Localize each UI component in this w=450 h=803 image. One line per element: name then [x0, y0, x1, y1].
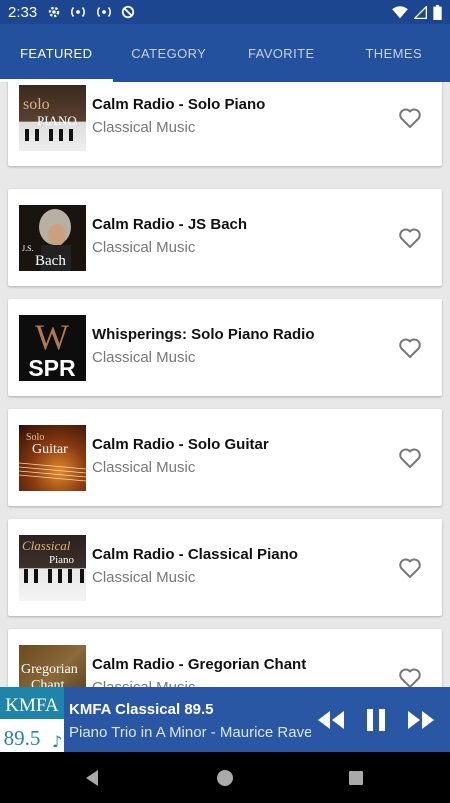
settings-gear-icon — [48, 6, 60, 18]
station-thumbnail: Gregorian Chant — [19, 645, 86, 687]
tab-category[interactable]: CATEGORY — [113, 24, 226, 82]
thumb-text-top: W — [35, 317, 69, 357]
recents-icon[interactable] — [346, 768, 366, 788]
wifi-icon — [392, 5, 408, 18]
signal-icon — [414, 5, 427, 19]
battery-icon — [433, 4, 442, 20]
back-icon[interactable] — [82, 768, 102, 788]
favorite-heart-icon[interactable] — [398, 666, 422, 687]
thumb-text-top: Gregorian — [21, 662, 78, 677]
thumb-text-bottom: Bach — [35, 253, 66, 269]
tab-featured[interactable]: FEATURED — [0, 24, 113, 82]
thumb-text-bottom: PIANO — [37, 113, 77, 128]
tab-themes[interactable]: THEMES — [338, 24, 450, 82]
music-note-icon: ♪ — [52, 732, 62, 751]
station-card[interactable]: W SPR Whisperings: Solo Piano Radio Clas… — [8, 299, 442, 396]
thumb-text-top: solo — [23, 96, 50, 113]
tab-bar: FEATURED CATEGORY FAVORITE THEMES — [0, 24, 450, 82]
station-thumbnail: J.S. Bach — [19, 205, 86, 271]
station-card[interactable]: solo PIANO Calm Radio - Solo Piano Class… — [8, 82, 442, 166]
thumb-text-bottom: Guitar — [32, 442, 68, 457]
now-playing-bar[interactable]: KMFA 89.5 ♪ KMFA Classical 89.5 Piano Tr… — [0, 687, 450, 752]
now-playing-title: KMFA Classical 89.5 — [69, 701, 214, 718]
pause-icon[interactable] — [361, 705, 391, 735]
station-title: Calm Radio - Gregorian Chant — [92, 656, 307, 673]
station-genre: Classical Music — [92, 459, 196, 476]
broadcast-icon-2 — [97, 7, 112, 17]
station-title: Calm Radio - Classical Piano — [92, 546, 298, 563]
favorite-heart-icon[interactable] — [398, 106, 422, 130]
station-genre: Classical Music — [92, 569, 196, 586]
station-title: Calm Radio - Solo Guitar — [92, 436, 269, 453]
station-genre: Classical Music — [92, 349, 196, 366]
station-card[interactable]: Solo Guitar Calm Radio - Solo Guitar Cla… — [8, 409, 442, 506]
station-title: Whisperings: Solo Piano Radio — [92, 326, 315, 343]
favorite-heart-icon[interactable] — [398, 556, 422, 580]
station-genre: Classical Music — [92, 679, 195, 687]
now-playing-track: Piano Trio in A Minor - Maurice Ravel — [69, 724, 311, 741]
status-bar: 2:33 — [0, 0, 450, 24]
station-thumbnail: Solo Guitar — [19, 425, 86, 491]
fast-forward-icon[interactable] — [406, 705, 436, 735]
logo-text-bottom: 89.5 — [4, 726, 41, 750]
system-nav-bar — [0, 752, 450, 803]
station-genre: Classical Music — [92, 239, 196, 256]
rewind-icon[interactable] — [316, 705, 346, 735]
station-thumbnail: W SPR — [19, 315, 86, 381]
station-thumbnail: solo PIANO — [19, 85, 86, 151]
logo-text-top: KMFA — [5, 695, 59, 716]
station-card[interactable]: J.S. Bach Calm Radio - JS Bach Classical… — [8, 189, 442, 286]
no-disturb-icon — [122, 5, 135, 19]
station-thumbnail: Classical Piano — [19, 535, 86, 601]
favorite-heart-icon[interactable] — [398, 446, 422, 470]
broadcast-icon — [71, 7, 86, 17]
station-genre: Classical Music — [92, 119, 196, 136]
thumb-text-bottom: Piano — [49, 554, 75, 566]
status-time: 2:33 — [8, 3, 38, 21]
station-logo: KMFA 89.5 ♪ — [0, 687, 64, 752]
home-icon[interactable] — [215, 768, 235, 788]
tab-favorite[interactable]: FAVORITE — [225, 24, 338, 82]
station-card[interactable]: Classical Piano Calm Radio - Classical P… — [8, 519, 442, 616]
thumb-text-top: J.S. — [22, 244, 34, 253]
favorite-heart-icon[interactable] — [398, 336, 422, 360]
station-title: Calm Radio - JS Bach — [92, 216, 248, 233]
thumb-text-bottom: Chant — [31, 678, 65, 687]
station-title: Calm Radio - Solo Piano — [92, 96, 266, 113]
thumb-text-bottom: SPR — [28, 355, 76, 381]
thumb-text-top: Classical — [22, 538, 71, 553]
station-list[interactable]: solo PIANO Calm Radio - Solo Piano Class… — [0, 82, 450, 687]
favorite-heart-icon[interactable] — [398, 226, 422, 250]
station-card[interactable]: Gregorian Chant Calm Radio - Gregorian C… — [8, 629, 442, 687]
